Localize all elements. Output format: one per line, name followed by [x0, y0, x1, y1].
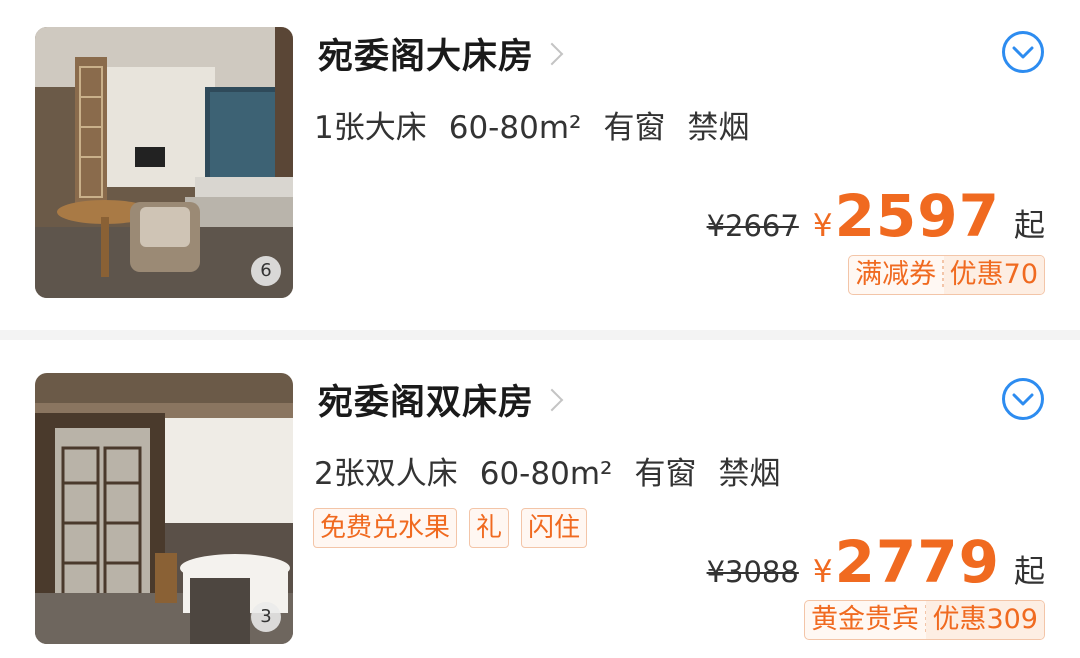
room-title-text: 宛委阁大床房	[318, 37, 535, 77]
room-title[interactable]: 宛委阁双床房	[318, 374, 564, 425]
room-area: 60-80m²	[479, 456, 613, 492]
price-row: ¥2667 ¥ 2597 起	[707, 182, 1045, 250]
tag-flash-stay: 闪住	[521, 508, 588, 548]
room-card-twin[interactable]: 3 宛委阁双床房 2张双人床 60-80m² 有窗 禁烟 免费兑水果 礼 闪住 ¥30…	[0, 340, 1080, 658]
promo-type: 黄金贵宾	[810, 604, 919, 635]
currency-symbol: ¥	[812, 554, 833, 590]
original-price: ¥3088	[706, 555, 799, 589]
room-title[interactable]: 宛委阁大床房	[318, 28, 564, 79]
tag-gift: 礼	[469, 508, 510, 548]
currency-symbol: ¥	[812, 208, 833, 244]
smoking-info: 禁烟	[718, 456, 781, 492]
current-price: 2779	[834, 528, 1000, 596]
room-title-text: 宛委阁双床房	[318, 383, 535, 423]
original-price: ¥2667	[706, 209, 799, 243]
room-photo[interactable]: 6	[35, 27, 293, 298]
smoking-info: 禁烟	[687, 110, 750, 146]
current-price: 2597	[834, 182, 1000, 250]
promo-value: 优惠309	[926, 601, 1044, 639]
room-specs: 1张大床 60-80m² 有窗 禁烟	[314, 102, 771, 147]
window-info: 有窗	[634, 456, 697, 492]
bed-type: 1张大床	[314, 110, 427, 146]
chevron-down-circle-icon[interactable]	[1001, 377, 1045, 421]
price-suffix: 起	[1014, 208, 1045, 244]
room-specs: 2张双人床 60-80m² 有窗 禁烟	[314, 448, 802, 493]
promo-value: 优惠70	[943, 256, 1044, 294]
room-tags: 免费兑水果 礼 闪住	[313, 508, 599, 548]
promo-badge: 黄金贵宾 优惠309	[803, 600, 1045, 640]
tag-free-fruit: 免费兑水果	[313, 508, 458, 548]
chevron-right-icon	[540, 42, 564, 66]
promo-badge: 满减券 优惠70	[848, 255, 1045, 295]
room-photo-image	[35, 27, 293, 298]
room-photo[interactable]: 3	[35, 373, 293, 644]
card-separator	[0, 330, 1080, 340]
chevron-right-icon	[540, 388, 564, 412]
photo-count-badge: 3	[251, 602, 281, 632]
price-suffix: 起	[1014, 554, 1045, 590]
price-row: ¥3088 ¥ 2779 起	[707, 528, 1045, 596]
room-photo-image	[35, 373, 293, 644]
photo-count-badge: 6	[251, 256, 281, 286]
promo-type: 满减券	[855, 259, 937, 290]
room-card-king[interactable]: 6 宛委阁大床房 1张大床 60-80m² 有窗 禁烟 ¥2667 ¥ 2597 起 …	[0, 0, 1080, 330]
room-area: 60-80m²	[448, 110, 582, 146]
chevron-down-circle-icon[interactable]	[1001, 30, 1045, 74]
bed-type: 2张双人床	[314, 456, 458, 492]
window-info: 有窗	[603, 110, 666, 146]
